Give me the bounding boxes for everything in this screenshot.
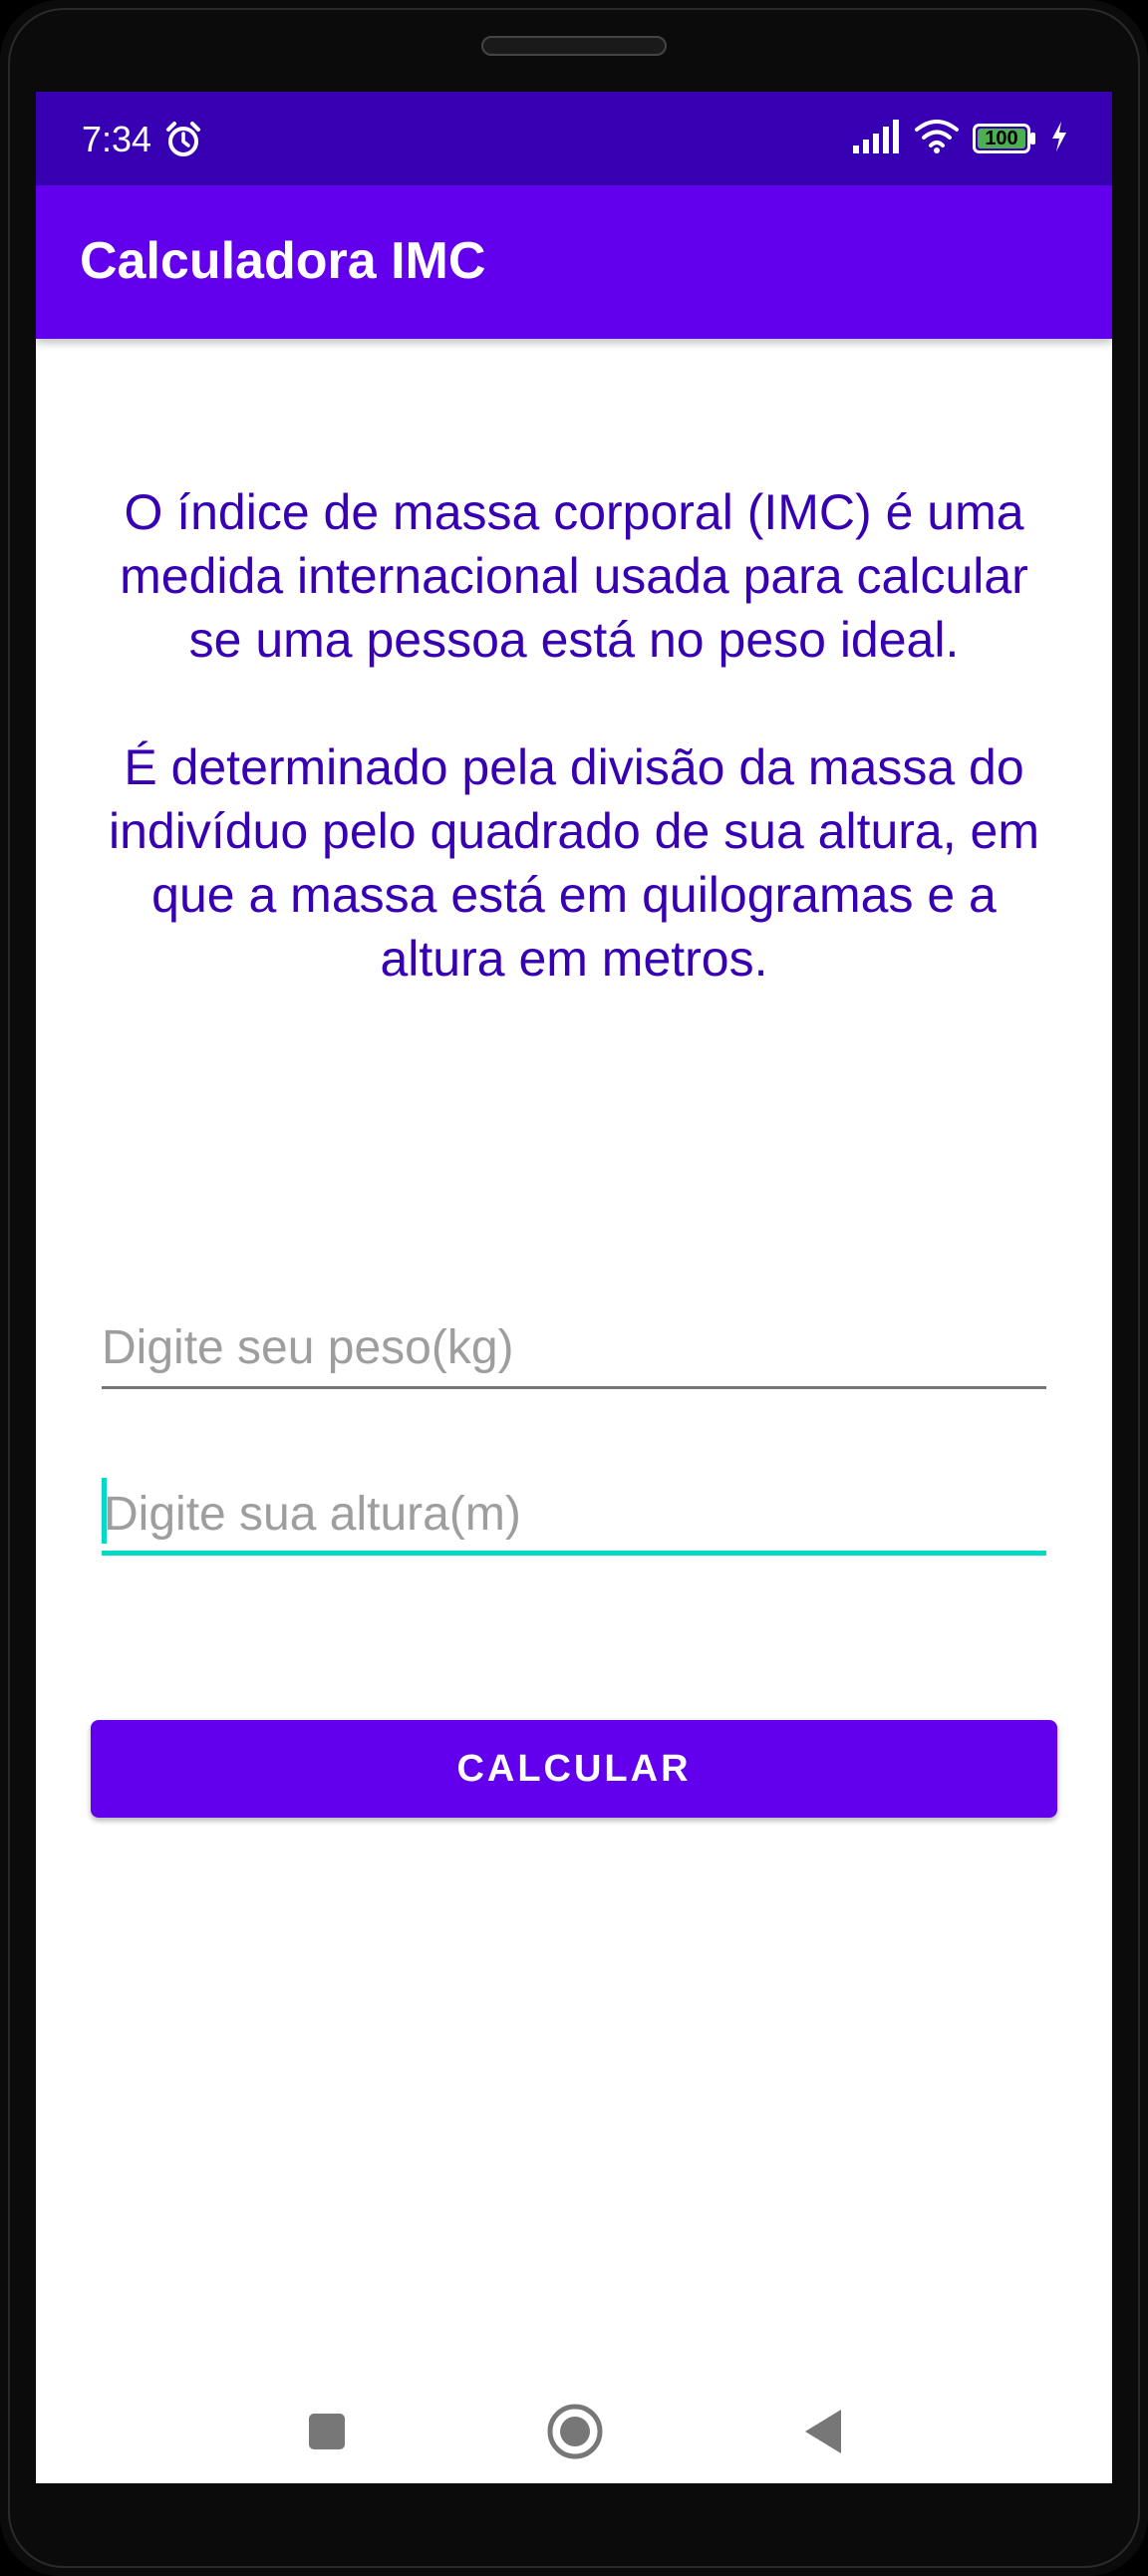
navigation-bar <box>36 2384 1112 2483</box>
calculate-button[interactable]: CALCULAR <box>91 1720 1057 1818</box>
back-button[interactable] <box>793 2404 853 2463</box>
status-time: 7:34 <box>82 119 152 159</box>
app-bar: Calculadora IMC <box>36 185 1112 339</box>
weight-underline <box>102 1386 1046 1389</box>
signal-icon <box>853 119 901 158</box>
home-circle-icon <box>545 2402 605 2466</box>
app-title: Calculadora IMC <box>80 232 486 290</box>
wifi-icon <box>915 119 959 158</box>
weight-input[interactable] <box>102 1309 1046 1385</box>
description-paragraph-1: O índice de massa corporal (IMC) é uma m… <box>120 484 1028 668</box>
height-field[interactable] <box>102 1476 1046 1556</box>
back-triangle-icon <box>799 2406 847 2462</box>
alarm-icon <box>163 120 203 159</box>
phone-frame: 7:34 100 Calculadora IMC O índice de mas… <box>0 0 1148 2576</box>
height-underline <box>102 1551 1046 1556</box>
recents-square-icon <box>305 2410 349 2458</box>
description-paragraph-2: É determinado pela divisão da massa do i… <box>109 739 1039 987</box>
earpiece-speaker <box>481 36 667 56</box>
charging-icon <box>1050 121 1068 156</box>
status-icons: 100 <box>853 116 1068 161</box>
text-cursor <box>102 1478 107 1544</box>
app-screen: 7:34 100 Calculadora IMC O índice de mas… <box>36 92 1112 2483</box>
home-button[interactable] <box>545 2404 605 2463</box>
imc-description: O índice de massa corporal (IMC) é uma m… <box>96 480 1052 991</box>
battery-level: 100 <box>985 128 1018 149</box>
status-bar: 7:34 100 <box>36 92 1112 185</box>
battery-icon: 100 <box>973 124 1036 153</box>
height-input[interactable] <box>102 1476 1046 1552</box>
recents-button[interactable] <box>297 2404 357 2463</box>
weight-field[interactable] <box>102 1309 1046 1389</box>
